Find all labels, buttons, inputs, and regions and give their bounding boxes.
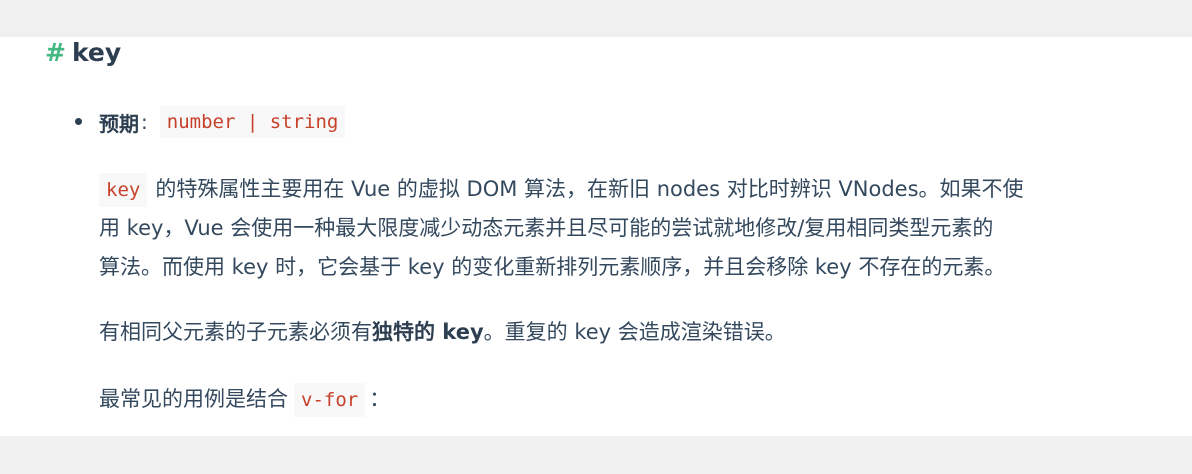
v-for-code: v-for (294, 383, 366, 417)
paragraph-line-2: 用 key，Vue 会使用一种最大限度减少动态元素并且尽可能的尝试就地修改/复用… (99, 216, 994, 240)
unique-key-paragraph: 有相同父元素的子元素必须有独特的 key。重复的 key 会造成渲染错误。 (99, 313, 1119, 352)
vfor-after: ： (369, 387, 391, 411)
section-heading: # key (45, 36, 121, 70)
expect-label: 预期 (99, 111, 139, 136)
paragraph-line-3: 算法。而使用 key 时，它会基于 key 的变化重新排列元素顺序，并且会移除 … (99, 255, 1006, 279)
key-description-paragraph: key 的特殊属性主要用在 Vue 的虚拟 DOM 算法，在新旧 nodes 对比… (99, 170, 1119, 287)
paragraph-line-1-text: 的特殊属性主要用在 Vue 的虚拟 DOM 算法，在新旧 nodes 对比时辨识… (155, 177, 1024, 201)
expect-type-code: number | string (159, 106, 346, 138)
vfor-before: 最常见的用例是结合 (99, 387, 288, 411)
expect-list-item: 预期 : number | string (99, 104, 346, 140)
key-code: key (99, 173, 148, 207)
heading-anchor-hash[interactable]: # (45, 38, 66, 67)
list-bullet-icon (75, 118, 82, 125)
paragraph-line-1: key 的特殊属性主要用在 Vue 的虚拟 DOM 算法，在新旧 nodes 对比… (99, 170, 1119, 209)
unique-key-after: 。重复的 key 会造成渲染错误。 (483, 320, 786, 344)
expect-colon: : (141, 110, 148, 134)
heading-title: key (71, 38, 122, 67)
unique-key-before: 有相同父元素的子元素必须有 (99, 320, 372, 344)
unique-key-bold: 独特的 key (372, 320, 484, 344)
vfor-paragraph: 最常见的用例是结合 v-for： (99, 380, 1119, 419)
